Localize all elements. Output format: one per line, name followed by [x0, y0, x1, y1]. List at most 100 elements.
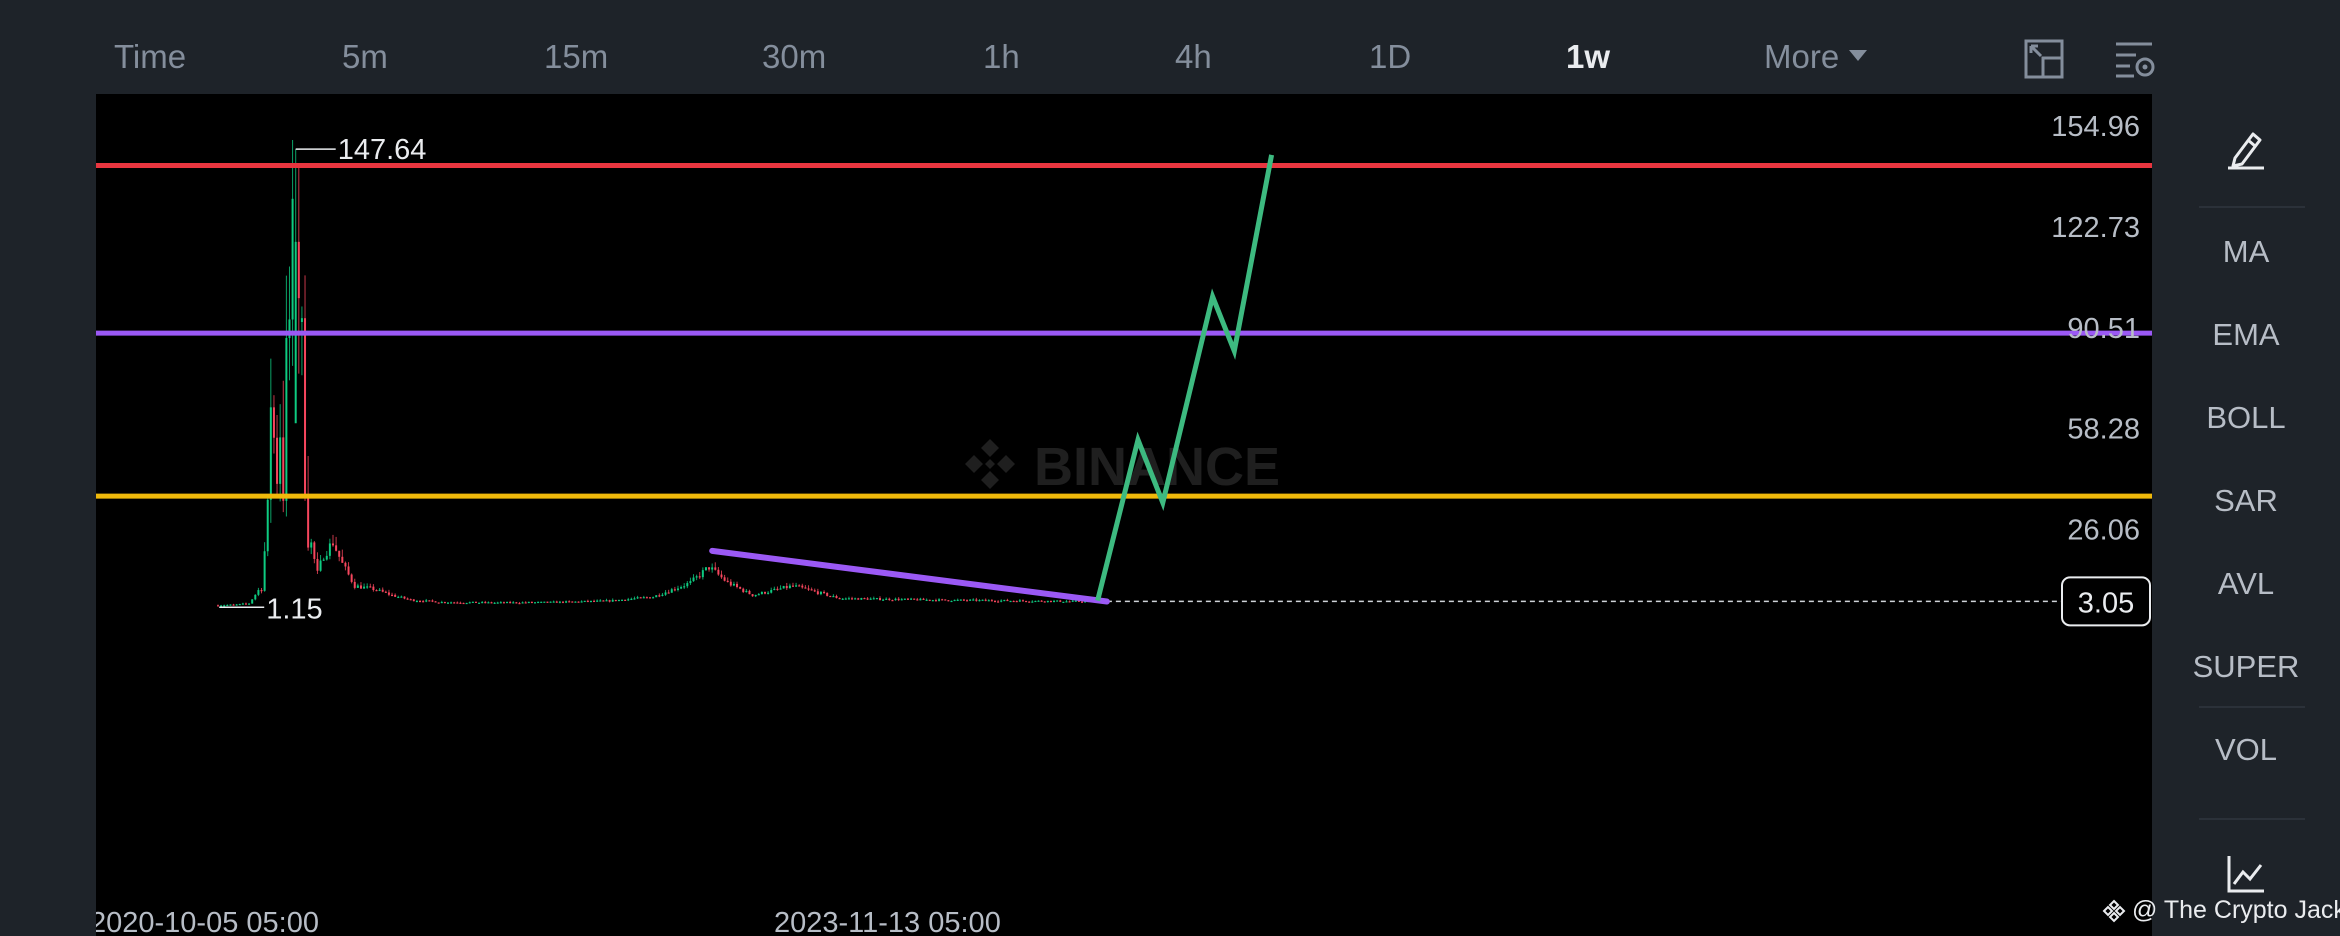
candle-body [391, 594, 394, 596]
candle-body [596, 600, 599, 602]
candle-body [304, 318, 307, 497]
candle-body [903, 598, 906, 600]
candle-body [229, 604, 232, 606]
fullscreen-icon[interactable] [2023, 38, 2065, 80]
candle-body [888, 598, 891, 601]
candle-body [994, 600, 996, 603]
candle-body [770, 590, 773, 593]
pencil-icon[interactable] [2226, 128, 2266, 170]
candle-body [906, 598, 909, 600]
candle-body [580, 601, 583, 603]
candle-body [512, 602, 515, 604]
candle-body [369, 586, 372, 588]
candle-body [795, 585, 798, 587]
candle-body [459, 602, 462, 604]
candle-body [919, 598, 922, 601]
price-tick-label: 122.73 [2051, 212, 2140, 244]
candle-body [854, 598, 857, 600]
candle-body [266, 499, 269, 552]
price-tick-label: 26.06 [2067, 514, 2140, 546]
candle-body [244, 603, 247, 605]
candle-body [701, 570, 704, 578]
candle-body [549, 601, 552, 603]
candle-body [521, 602, 524, 604]
candle-body [838, 598, 841, 600]
tab-1d[interactable]: 1D [1369, 38, 1411, 76]
sidebar-divider [2199, 706, 2305, 708]
sidebar-divider [2199, 818, 2305, 820]
candle-body [630, 598, 633, 601]
candle-body [328, 543, 331, 556]
candle-body [518, 603, 521, 605]
candle-body [506, 601, 509, 604]
candle-body [745, 590, 748, 593]
watermark-diamond [997, 455, 1015, 473]
indicator-vol[interactable]: VOL [2152, 732, 2340, 768]
tab-4h[interactable]: 4h [1175, 38, 1212, 76]
candle-body [1046, 600, 1049, 603]
candle-body [754, 594, 757, 597]
candle-body [322, 559, 325, 561]
indicator-ema[interactable]: EMA [2152, 317, 2340, 353]
indicator-sar[interactable]: SAR [2152, 483, 2340, 519]
candle-body [1040, 600, 1043, 602]
credit-text: @ The Crypto Jack [2132, 896, 2340, 924]
candle-body [692, 577, 695, 582]
indicator-boll[interactable]: BOLL [2152, 400, 2340, 436]
candle-body [934, 600, 937, 602]
price-tick-label: 154.96 [2051, 111, 2140, 143]
candle-body [599, 600, 602, 602]
candle-body [307, 496, 310, 548]
candle-body [742, 588, 745, 592]
x-axis-label: 2020-10-05 05:00 [96, 907, 319, 936]
candle-body [624, 599, 627, 601]
candle-body [1056, 600, 1059, 602]
candle-body [568, 601, 571, 603]
candle-body [1053, 600, 1056, 603]
candle-body [1043, 601, 1046, 603]
candle-body [462, 602, 465, 605]
candle-body [857, 598, 860, 600]
candle-body [798, 585, 801, 587]
candle-body [471, 601, 474, 603]
tab-time[interactable]: Time [114, 38, 186, 76]
watermark-diamond [985, 459, 995, 469]
indicator-super[interactable]: SUPER [2152, 649, 2340, 685]
candle-body [285, 338, 288, 501]
candle-body [966, 600, 969, 602]
candle-body [406, 598, 409, 600]
candle-body [664, 592, 667, 595]
candle-body [959, 599, 962, 601]
current-price-label: 3.05 [2078, 587, 2134, 619]
watermark-diamond [965, 455, 983, 473]
more-dropdown[interactable]: More [1764, 38, 1868, 76]
tab-30m[interactable]: 30m [762, 38, 826, 76]
candle-body [608, 600, 611, 602]
indicator-ma[interactable]: MA [2152, 234, 2340, 270]
chart-area[interactable]: BINANCE 147.64 1.15 154.96 122.73 90.51 58.28 2… [96, 94, 2152, 936]
candle-body [344, 562, 347, 567]
candle-body [1034, 600, 1037, 603]
candle-body [804, 587, 807, 589]
watermark-diamond [981, 439, 999, 457]
price-tick-label: 90.51 [2067, 313, 2140, 345]
candle-body [481, 601, 484, 604]
candle-body [900, 599, 903, 601]
candle-body [791, 585, 794, 587]
candle-body [676, 588, 679, 590]
line-chart-icon[interactable] [2226, 854, 2266, 894]
tab-15m[interactable]: 15m [544, 38, 608, 76]
tab-1w[interactable]: 1w [1566, 38, 1610, 76]
candle-body [938, 599, 941, 601]
price-chart: BINANCE 147.64 1.15 154.96 122.73 90.51 58.28 2… [96, 111, 2152, 936]
candle-body [356, 585, 359, 588]
indicator-sidebar: MA EMA BOLL SAR AVL SUPER VOL [2152, 94, 2340, 936]
candle-body [655, 595, 658, 598]
indicator-avl[interactable]: AVL [2152, 566, 2340, 602]
candle-body [353, 581, 356, 588]
tab-5m[interactable]: 5m [342, 38, 388, 76]
candle-body [1074, 600, 1077, 602]
tab-1h[interactable]: 1h [983, 38, 1020, 76]
candle-body [720, 574, 723, 578]
chart-settings-icon[interactable] [2114, 38, 2156, 80]
